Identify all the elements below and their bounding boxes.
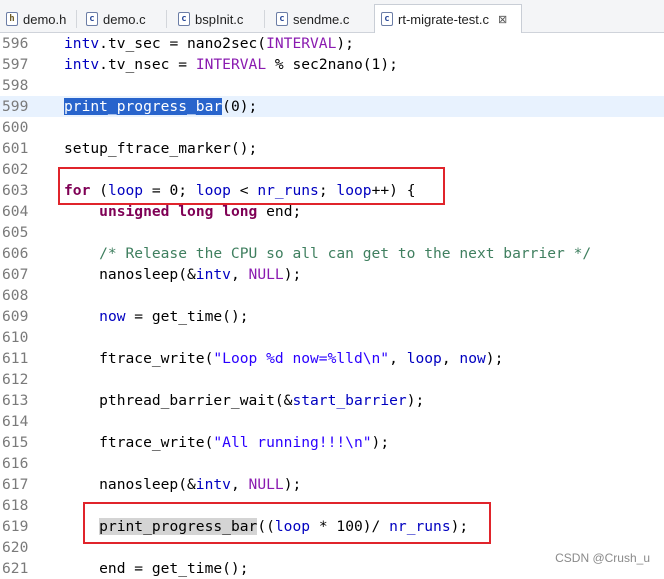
- line-text: /* Release the CPU so all can get to the…: [64, 245, 592, 262]
- code-line[interactable]: 596 intv.tv_sec = nano2sec(INTERVAL);: [0, 33, 664, 54]
- code-line[interactable]: 619 print_progress_bar((loop * 100)/ nr_…: [0, 516, 664, 537]
- line-text: nanosleep(&intv, NULL);: [64, 266, 302, 283]
- tab-bspinit-c[interactable]: c bspInit.c: [172, 6, 243, 32]
- line-number: 610: [2, 329, 29, 346]
- tab-label: rt-migrate-test.c: [398, 11, 490, 27]
- code-line[interactable]: 605: [0, 222, 664, 243]
- watermark: CSDN @Crush_u: [555, 551, 650, 565]
- line-number: 619: [2, 518, 29, 535]
- line-number: 609: [2, 308, 29, 325]
- line-text: pthread_barrier_wait(&start_barrier);: [64, 392, 425, 409]
- code-line[interactable]: 614: [0, 411, 664, 432]
- line-text: intv.tv_sec = nano2sec(INTERVAL);: [64, 35, 354, 52]
- line-number: 598: [2, 77, 29, 94]
- line-number: 615: [2, 434, 29, 451]
- line-number: 603: [2, 182, 29, 199]
- line-number: 618: [2, 497, 29, 514]
- line-number: 620: [2, 539, 29, 556]
- c-file-icon: c: [86, 12, 98, 26]
- tab-sendme-c[interactable]: c sendme.c: [270, 6, 349, 32]
- line-number: 614: [2, 413, 29, 430]
- code-line[interactable]: 606 /* Release the CPU so all can get to…: [0, 243, 664, 264]
- line-text: intv.tv_nsec = INTERVAL % sec2nano(1);: [64, 56, 398, 73]
- line-number: 599: [2, 98, 29, 115]
- line-number: 617: [2, 476, 29, 493]
- tab-rt-migrate-test-c[interactable]: c rt-migrate-test.c ⊠: [374, 4, 522, 33]
- code-line[interactable]: 608: [0, 285, 664, 306]
- tab-demo-h[interactable]: h demo.h: [0, 6, 66, 32]
- code-line[interactable]: 616: [0, 453, 664, 474]
- line-number: 613: [2, 392, 29, 409]
- close-tab-icon[interactable]: ⊠: [498, 13, 507, 26]
- code-line[interactable]: 615 ftrace_write("All running!!!\n");: [0, 432, 664, 453]
- tab-demo-c[interactable]: c demo.c: [80, 6, 146, 32]
- line-number: 612: [2, 371, 29, 388]
- code-line[interactable]: 598: [0, 75, 664, 96]
- line-text: unsigned long long end;: [99, 203, 302, 220]
- tab-label: demo.c: [103, 11, 146, 27]
- line-number: 607: [2, 266, 29, 283]
- line-text: print_progress_bar(0);: [64, 98, 258, 115]
- line-number: 604: [2, 203, 29, 220]
- code-line[interactable]: 604 unsigned long long end;: [0, 201, 664, 222]
- line-number: 600: [2, 119, 29, 136]
- c-file-icon: c: [381, 12, 393, 26]
- line-text: nanosleep(&intv, NULL);: [64, 476, 302, 493]
- line-number: 611: [2, 350, 29, 367]
- line-text: now = get_time();: [99, 308, 249, 325]
- line-number: 606: [2, 245, 29, 262]
- tab-separator: [76, 10, 77, 28]
- code-line[interactable]: 607 nanosleep(&intv, NULL);: [0, 264, 664, 285]
- line-number: 601: [2, 140, 29, 157]
- line-text: end = get_time();: [64, 560, 249, 577]
- tab-label: bspInit.c: [195, 11, 244, 27]
- line-text: ftrace_write("Loop %d now=%lld\n", loop,…: [64, 350, 504, 367]
- h-file-icon: h: [6, 12, 18, 26]
- tab-separator: [264, 10, 265, 28]
- line-number: 608: [2, 287, 29, 304]
- code-line[interactable]: 612: [0, 369, 664, 390]
- code-line[interactable]: 601 setup_ftrace_marker();: [0, 138, 664, 159]
- code-line[interactable]: 603 for (loop = 0; loop < nr_runs; loop++…: [0, 180, 664, 201]
- code-line[interactable]: 610: [0, 327, 664, 348]
- line-number: 597: [2, 56, 29, 73]
- code-line[interactable]: 602: [0, 159, 664, 180]
- line-number: 616: [2, 455, 29, 472]
- tab-label: demo.h: [23, 11, 67, 27]
- code-line[interactable]: 600: [0, 117, 664, 138]
- code-line[interactable]: 613 pthread_barrier_wait(&start_barrier)…: [0, 390, 664, 411]
- tab-label: sendme.c: [293, 11, 350, 27]
- code-line[interactable]: 611 ftrace_write("Loop %d now=%lld\n", l…: [0, 348, 664, 369]
- code-editor[interactable]: 596 intv.tv_sec = nano2sec(INTERVAL); 597 i…: [0, 33, 664, 577]
- code-line[interactable]: 609 now = get_time();: [0, 306, 664, 327]
- line-text: ftrace_write("All running!!!\n");: [64, 434, 390, 451]
- code-line[interactable]: 618: [0, 495, 664, 516]
- c-file-icon: c: [178, 12, 190, 26]
- line-number: 621: [2, 560, 29, 577]
- editor-tab-bar: h demo.h c demo.c c bspInit.c c sendme.c…: [0, 0, 664, 33]
- code-line[interactable]: 617 nanosleep(&intv, NULL);: [0, 474, 664, 495]
- code-line[interactable]: 599 print_progress_bar(0);: [0, 96, 664, 117]
- code-line[interactable]: 597 intv.tv_nsec = INTERVAL % sec2nano(1)…: [0, 54, 664, 75]
- line-number: 605: [2, 224, 29, 241]
- line-text: setup_ftrace_marker();: [64, 140, 258, 157]
- line-number: 602: [2, 161, 29, 178]
- line-text: for (loop = 0; loop < nr_runs; loop++) {: [64, 182, 416, 199]
- line-number: 596: [2, 35, 29, 52]
- tab-separator: [166, 10, 167, 28]
- c-file-icon: c: [276, 12, 288, 26]
- line-text: print_progress_bar((loop * 100)/ nr_runs…: [99, 518, 469, 535]
